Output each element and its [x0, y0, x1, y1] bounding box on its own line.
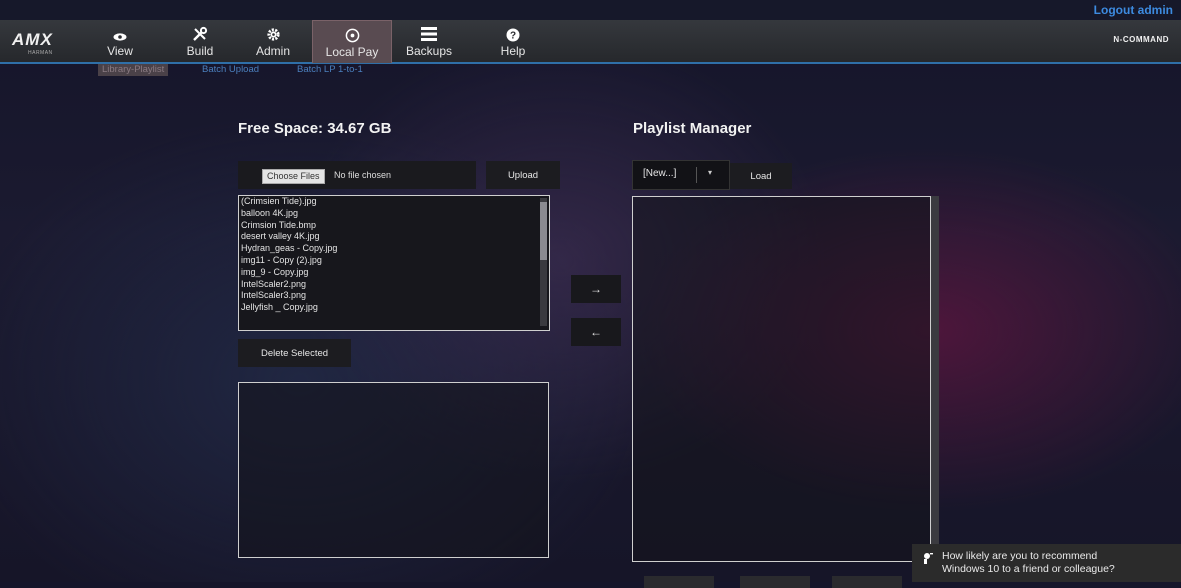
- library-file-list[interactable]: (Crimsien Tide).jpg balloon 4K.jpg Crims…: [238, 195, 550, 331]
- remove-from-playlist-button[interactable]: ←: [571, 318, 621, 346]
- toast-line-2: Windows 10 to a friend or colleague?: [942, 563, 1115, 575]
- delete-selected-button[interactable]: Delete Selected: [238, 339, 351, 367]
- list-item[interactable]: desert valley 4K.jpg: [239, 231, 549, 243]
- logout-link[interactable]: Logout admin: [1094, 3, 1173, 17]
- load-button[interactable]: Load: [730, 163, 792, 189]
- scrollbar-thumb[interactable]: [540, 202, 547, 260]
- nav-local-play[interactable]: Local Pay: [312, 20, 392, 63]
- nav-help[interactable]: ? Help: [499, 20, 527, 62]
- nav-admin-label: Admin: [255, 44, 290, 58]
- help-icon: ?: [506, 20, 520, 42]
- chevron-down-icon: ▾: [708, 168, 713, 177]
- playlist-list[interactable]: [632, 196, 931, 562]
- nav-backups[interactable]: Backups: [404, 20, 454, 62]
- choose-files-button[interactable]: Choose Files: [262, 169, 325, 184]
- list-item[interactable]: Jellyfish _ Copy.jpg: [239, 302, 549, 314]
- playlist-action-button-2[interactable]: [740, 576, 810, 588]
- subnav-library-playlist[interactable]: Library-Playlist: [98, 64, 169, 76]
- eye-icon: [113, 20, 127, 42]
- list-item[interactable]: IntelScaler3.png: [239, 290, 549, 302]
- add-to-playlist-button[interactable]: →: [571, 275, 621, 303]
- subnav-batch-lp[interactable]: Batch LP 1-to-1: [293, 64, 367, 76]
- list-item[interactable]: Crimsion Tide.bmp: [239, 220, 549, 232]
- toast-text: How likely are you to recommend Windows …: [942, 550, 1115, 576]
- toast-line-1: How likely are you to recommend: [942, 550, 1098, 562]
- playlist-scrollbar[interactable]: [931, 196, 939, 562]
- playlist-select-value: [New...]: [643, 168, 677, 179]
- subnav-batch-upload[interactable]: Batch Upload: [198, 64, 263, 76]
- nav-build-label: Build: [186, 44, 214, 58]
- playlist-action-button-3[interactable]: [832, 576, 902, 588]
- tools-icon: [192, 20, 208, 42]
- amx-logo: AMX: [12, 30, 53, 49]
- list-item[interactable]: (Crimsien Tide).jpg: [239, 196, 549, 208]
- preview-area: [238, 382, 549, 558]
- nav-build[interactable]: Build: [180, 20, 220, 62]
- playlist-action-button-1[interactable]: [644, 576, 714, 588]
- nav-local-play-label: Local Pay: [325, 45, 379, 59]
- play-circle-icon: [345, 21, 360, 43]
- nav-view-label: View: [107, 44, 133, 58]
- file-list-scrollbar[interactable]: [540, 198, 547, 326]
- main-navbar: AMX HARMAN View Build Admin Local Pay Ba…: [0, 20, 1181, 64]
- select-divider: [696, 167, 697, 183]
- menu-icon: [420, 20, 438, 42]
- nav-view[interactable]: View: [102, 20, 138, 62]
- nav-admin[interactable]: Admin: [251, 20, 295, 62]
- feedback-toast[interactable]: How likely are you to recommend Windows …: [912, 544, 1181, 582]
- list-item[interactable]: img11 - Copy (2).jpg: [239, 255, 549, 267]
- gear-icon: [266, 20, 281, 42]
- file-input: Choose Files No file chosen: [238, 161, 476, 189]
- free-space-title: Free Space: 34.67 GB: [238, 120, 392, 137]
- top-strip: Logout admin: [0, 0, 1181, 20]
- playlist-manager-title: Playlist Manager: [633, 120, 752, 137]
- upload-button[interactable]: Upload: [486, 161, 560, 189]
- nav-help-label: Help: [500, 44, 526, 58]
- n-command-logo: N-COMMAND: [1113, 35, 1169, 44]
- no-file-label: No file chosen: [334, 170, 392, 180]
- list-item[interactable]: IntelScaler2.png: [239, 279, 549, 291]
- list-item[interactable]: balloon 4K.jpg: [239, 208, 549, 220]
- playlist-select[interactable]: [New...] ▾: [632, 160, 730, 190]
- list-item[interactable]: img_9 - Copy.jpg: [239, 267, 549, 279]
- logo-subtitle: HARMAN: [28, 50, 53, 56]
- svg-text:?: ?: [510, 31, 516, 42]
- nav-backups-label: Backups: [405, 44, 453, 58]
- feedback-icon: [922, 552, 934, 567]
- list-item[interactable]: Hydran_geas - Copy.jpg: [239, 243, 549, 255]
